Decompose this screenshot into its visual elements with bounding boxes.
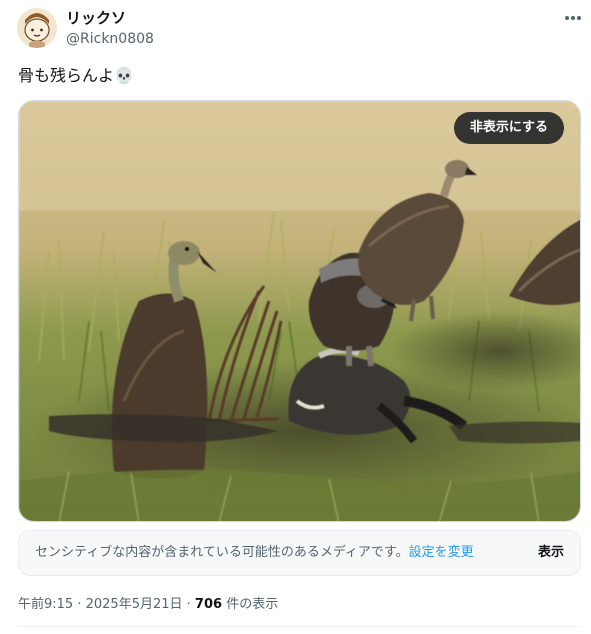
tweet-text: 骨も残らんよ💀 [18,66,134,85]
sensitive-media-notice: センシティブな内容が含まれている可能性のあるメディアです。設定を変更 表示 [18,530,581,576]
hide-media-button[interactable]: 非表示にする [453,112,564,144]
tweet-time[interactable]: 午前9:15 [18,597,73,612]
more-options-button[interactable] [560,8,586,28]
vultures-photo [19,101,580,521]
meta-separator-2: · [182,597,195,612]
views-label: 件の表示 [222,597,279,612]
display-name[interactable]: リックソ [66,8,126,28]
more-dots-icon [565,16,581,20]
change-settings-link[interactable]: 設定を変更 [409,545,474,560]
tweet-metadata: 午前9:15 · 2025年5月21日 · 706 件の表示 [18,596,278,614]
sensitive-notice-message: センシティブな内容が含まれている可能性のあるメディアです。 [35,545,409,560]
views-count: 706 [194,597,223,612]
divider [18,626,581,627]
sensitive-notice-text: センシティブな内容が含まれている可能性のあるメディアです。設定を変更 [35,544,474,562]
show-media-button[interactable]: 表示 [538,544,564,562]
avatar[interactable] [17,8,57,48]
media-image[interactable]: 非表示にする [18,100,581,522]
cartoon-avatar-icon [17,8,57,48]
meta-separator: · [73,597,86,612]
user-handle[interactable]: @Rickn0808 [66,30,154,48]
tweet-date[interactable]: 2025年5月21日 [86,597,183,612]
